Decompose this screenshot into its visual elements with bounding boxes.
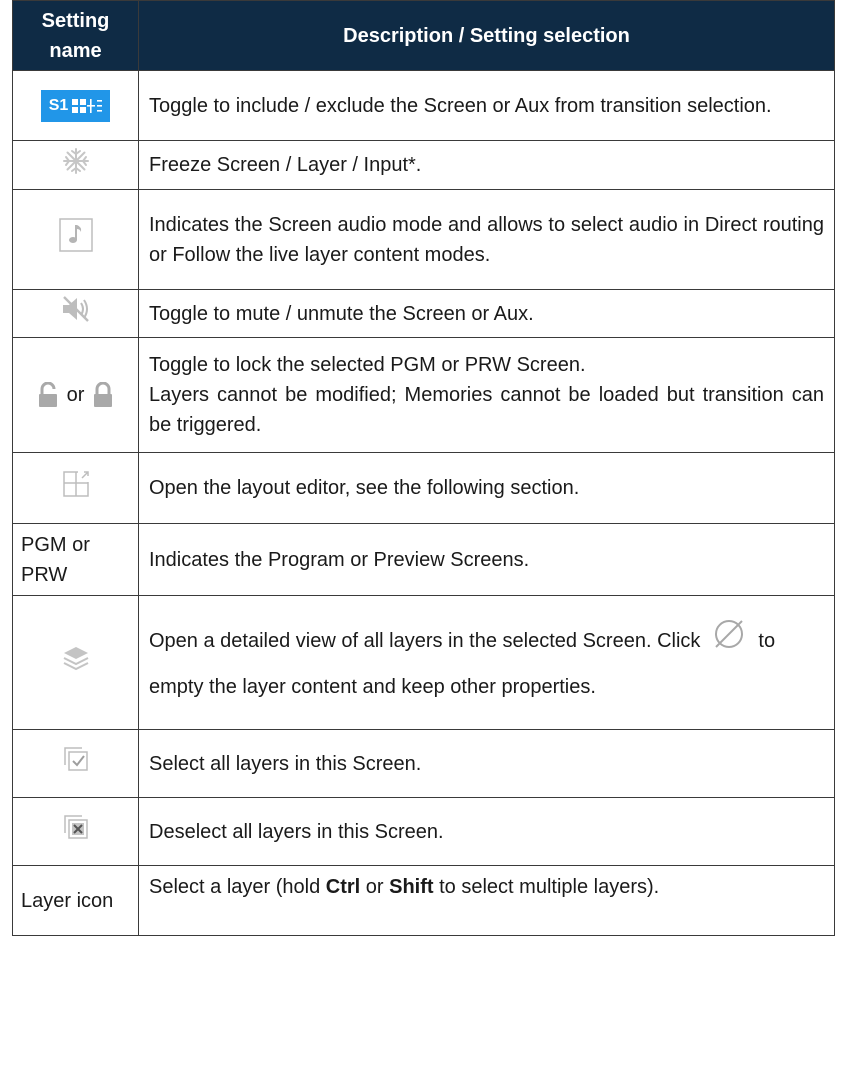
layers-description-part1: Open a detailed view of all layers in th…	[149, 629, 701, 652]
description-cell: Toggle to include / exclude the Screen o…	[138, 70, 835, 141]
table-row: Layer icon Select a layer (hold Ctrl or …	[12, 865, 835, 936]
description-cell: Indicates the Screen audio mode and allo…	[138, 189, 835, 290]
mute-speaker-icon[interactable]	[60, 295, 92, 323]
lock-description-line2: Layers cannot be modified; Memories cann…	[149, 384, 824, 436]
description-cell: Select all layers in this Screen.	[138, 729, 835, 798]
settings-table: Setting name Description / Setting selec…	[12, 0, 835, 936]
description-cell: Toggle to lock the selected PGM or PRW S…	[138, 337, 835, 453]
deselect-all-layers-icon[interactable]	[62, 813, 90, 841]
select-all-layers-icon[interactable]	[62, 745, 90, 773]
table-row: PGM or PRW Indicates the Program or Prev…	[12, 523, 835, 596]
table-row: Toggle to mute / unmute the Screen or Au…	[12, 289, 835, 338]
setting-name-cell	[12, 140, 139, 190]
description-cell: Toggle to mute / unmute the Screen or Au…	[138, 289, 835, 338]
setting-name-cell: or	[12, 337, 139, 453]
description-cell: Open the layout editor, see the followin…	[138, 452, 835, 524]
setting-name-cell: S1	[12, 70, 139, 141]
setting-name-pgm-prw: PGM or PRW	[12, 523, 139, 596]
audio-note-icon[interactable]	[58, 218, 93, 252]
layers-stack-icon[interactable]	[62, 645, 90, 671]
s1-label: S1	[48, 97, 69, 114]
unlocked-padlock-icon[interactable]	[37, 382, 59, 408]
setting-name-cell	[12, 189, 139, 290]
lock-icons: or	[17, 380, 134, 410]
setting-name-cell	[12, 595, 139, 730]
description-cell: Freeze Screen / Layer / Input*.	[138, 140, 835, 190]
table-row: Open the layout editor, see the followin…	[12, 452, 835, 524]
s1-screen-toggle-icon[interactable]: S1	[40, 90, 111, 122]
ctrl-key-label: Ctrl	[325, 876, 361, 898]
setting-name-cell	[12, 797, 139, 866]
or-label: or	[66, 384, 85, 406]
setting-name-cell	[12, 729, 139, 798]
setting-name-cell	[12, 289, 139, 338]
description-cell: Indicates the Program or Preview Screens…	[138, 523, 835, 596]
snowflake-freeze-icon[interactable]	[62, 147, 89, 174]
table-row: Indicates the Screen audio mode and allo…	[12, 189, 835, 290]
empty-set-icon	[712, 617, 746, 666]
description-cell: Select a layer (hold Ctrl or Shift to se…	[138, 865, 835, 936]
grid-layout-icon	[72, 99, 103, 113]
description-cell: Deselect all layers in this Screen.	[138, 797, 835, 866]
table-row: S1 Toggle to include / exclude the Scree…	[12, 70, 835, 141]
table-row: Open a detailed view of all layers in th…	[12, 595, 835, 730]
locked-padlock-icon[interactable]	[92, 382, 114, 408]
table-row: Select all layers in this Screen.	[12, 729, 835, 798]
lock-description-line1: Toggle to lock the selected PGM or PRW S…	[149, 354, 586, 376]
setting-name-layer-icon: Layer icon	[12, 865, 139, 936]
table-row: Freeze Screen / Layer / Input*.	[12, 140, 835, 190]
header-setting-name: Setting name	[12, 0, 139, 71]
layout-editor-icon[interactable]	[62, 470, 90, 498]
description-cell: Open a detailed view of all layers in th…	[138, 595, 835, 730]
table-row: Deselect all layers in this Screen.	[12, 797, 835, 866]
header-description: Description / Setting selection	[138, 0, 835, 71]
header-row: Setting name Description / Setting selec…	[12, 0, 835, 71]
setting-name-cell	[12, 452, 139, 524]
shift-key-label: Shift	[389, 876, 434, 898]
table-row: or Toggle to lock the selected PGM or PR…	[12, 337, 835, 453]
